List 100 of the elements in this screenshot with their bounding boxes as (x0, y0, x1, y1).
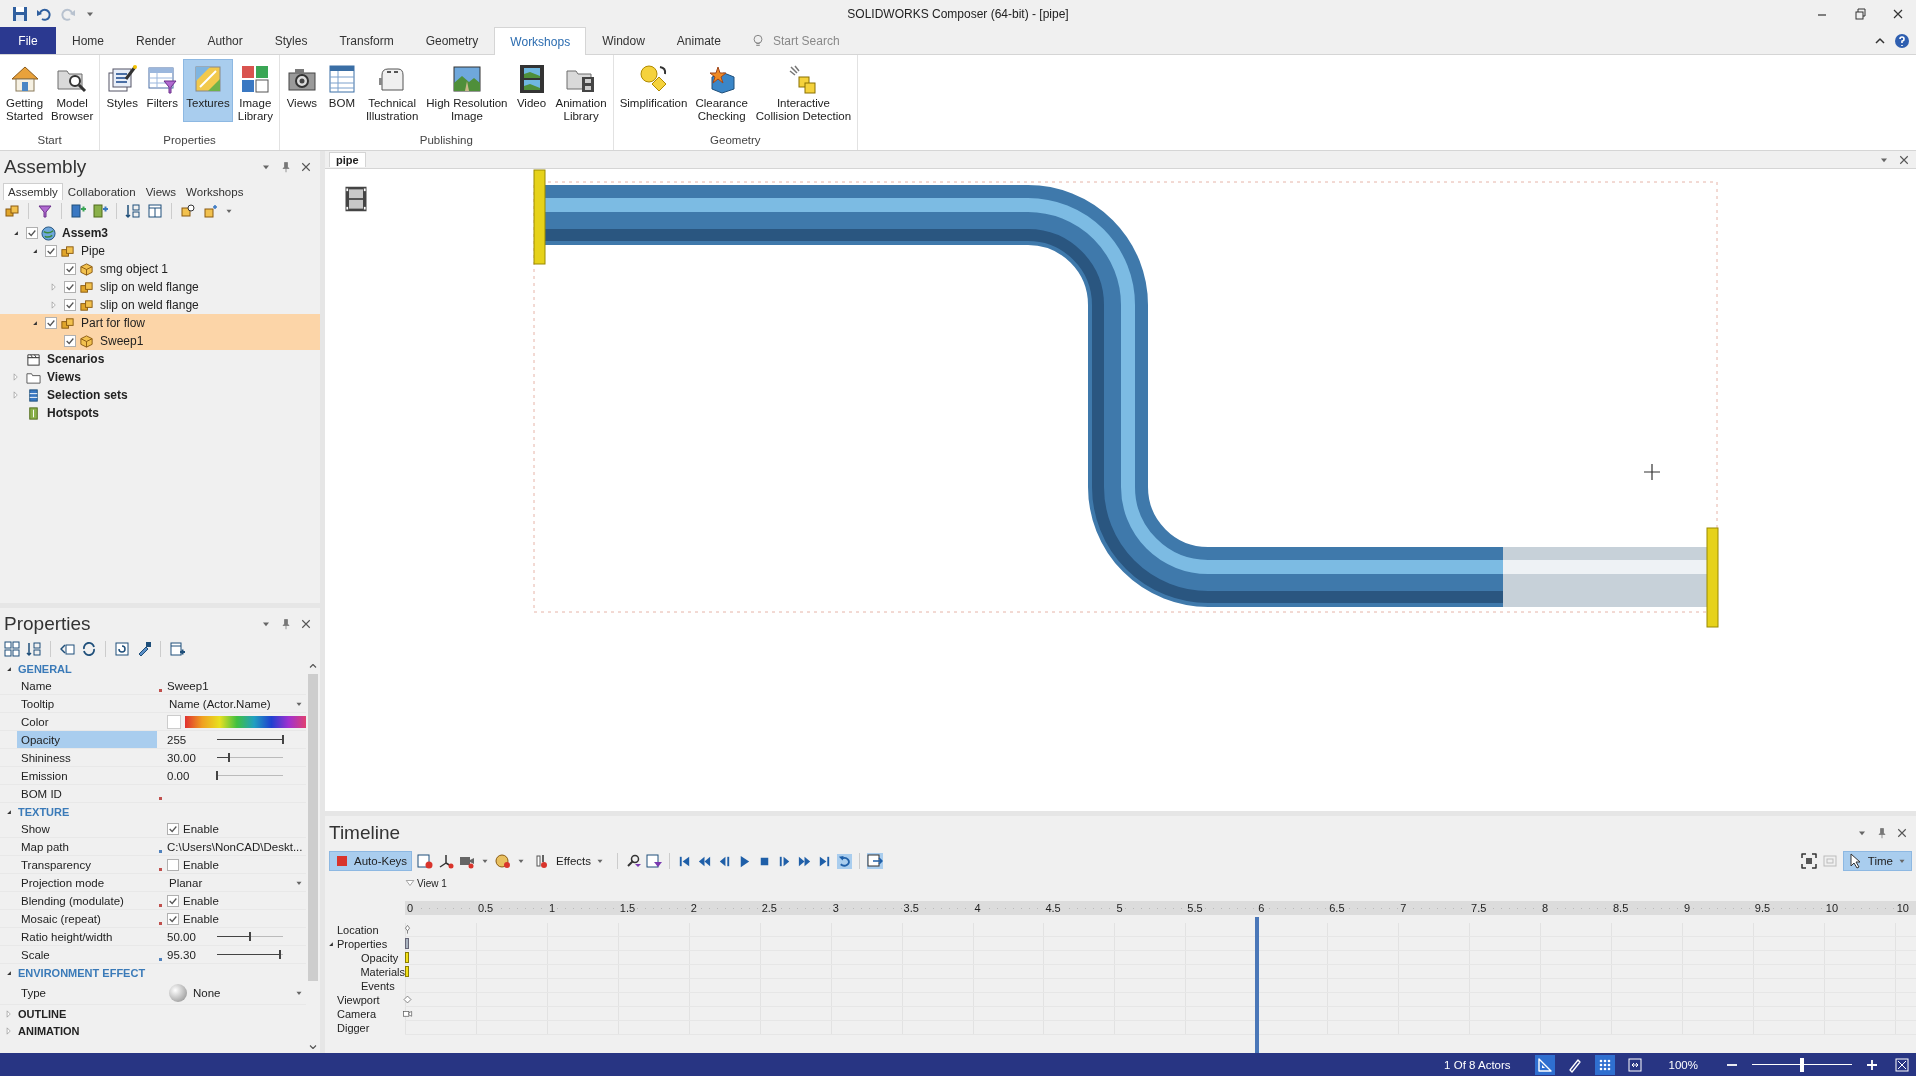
tree-item[interactable]: slip on weld flange (0, 278, 320, 296)
filter-icon[interactable] (37, 203, 53, 219)
property-label[interactable]: Scale (17, 946, 157, 963)
file-menu-button[interactable]: File (0, 27, 56, 54)
slider-thumb[interactable] (227, 753, 230, 762)
ribbon-button[interactable]: BOM (322, 59, 361, 122)
ribbon-button[interactable]: Technical Illustration (362, 59, 422, 122)
checkbox[interactable] (64, 335, 76, 347)
save-icon[interactable] (12, 5, 28, 22)
sort-icon[interactable] (125, 203, 141, 219)
export-icon[interactable] (867, 853, 883, 869)
ribbon-button[interactable]: High Resolution Image (423, 59, 511, 122)
ribbon-button[interactable]: Image Library (234, 59, 276, 122)
key-filter-icon[interactable] (625, 853, 641, 869)
property-label[interactable]: BOM ID (17, 785, 157, 802)
tree-item[interactable]: Selection sets (0, 386, 320, 404)
property-label[interactable]: Show (17, 820, 157, 837)
property-label[interactable]: Shininess (17, 749, 157, 766)
playhead[interactable] (1255, 917, 1260, 1053)
property-label[interactable]: Blending (modulate) (17, 892, 157, 909)
checkbox[interactable] (64, 281, 76, 293)
auto-keys-button[interactable]: Auto-Keys (329, 851, 413, 871)
ribbon-button[interactable]: Animation Library (552, 59, 610, 122)
pin-icon[interactable] (280, 618, 292, 630)
property-label[interactable]: Color (17, 713, 157, 730)
checkbox[interactable] (167, 894, 179, 907)
tree-item[interactable]: Pipe (0, 242, 320, 260)
ribbon-tab[interactable]: Workshops (494, 27, 587, 55)
property-label[interactable]: Map path (17, 838, 157, 855)
panel-tab[interactable]: Collaboration (62, 183, 141, 200)
checkbox[interactable] (45, 317, 57, 329)
property-label[interactable]: Name (17, 677, 157, 694)
ribbon-tab[interactable]: Render (120, 27, 192, 54)
slider-thumb[interactable] (278, 950, 281, 959)
table-filter-icon[interactable] (646, 853, 662, 869)
ribbon-button[interactable]: Model Browser (48, 59, 97, 122)
property-label[interactable]: Opacity (17, 731, 157, 748)
ribbon-button[interactable]: Styles (103, 59, 142, 122)
restore-icon[interactable] (1852, 5, 1868, 22)
ribbon-button[interactable]: Interactive Collision Detection (752, 59, 855, 122)
panel-tab[interactable]: Workshops (181, 183, 249, 200)
close-icon[interactable] (300, 618, 312, 630)
sort-icon[interactable] (26, 641, 42, 657)
close-icon[interactable] (1896, 827, 1908, 839)
panel-tab[interactable]: Views (140, 183, 182, 200)
help-icon[interactable] (1894, 32, 1910, 49)
property-key[interactable] (405, 938, 409, 949)
ribbon-button[interactable]: Filters (143, 59, 182, 122)
ribbon-tab[interactable]: Window (586, 27, 661, 54)
table-add-icon[interactable] (169, 641, 185, 657)
property-label[interactable]: Emission (17, 767, 157, 784)
ribbon-button[interactable]: Views (282, 59, 321, 122)
location-key-icon[interactable] (402, 924, 413, 935)
color-swatch[interactable] (167, 714, 181, 729)
tree-item[interactable]: slip on weld flange (0, 296, 320, 314)
dot-grid-icon[interactable] (1594, 1054, 1615, 1075)
columns-icon[interactable] (147, 203, 163, 219)
panel-tab[interactable]: Assembly (3, 183, 63, 200)
parts-icon[interactable] (4, 203, 20, 219)
refresh-icon[interactable] (81, 641, 97, 657)
document-tab[interactable]: pipe (329, 152, 366, 167)
ribbon-button[interactable]: Textures (183, 59, 233, 122)
effects-button[interactable]: Effects (531, 851, 610, 871)
dropdown-field[interactable]: Name (Actor.Name) (167, 697, 306, 710)
slider-thumb[interactable] (1800, 1057, 1804, 1072)
eyedropper-icon[interactable] (136, 641, 152, 657)
search-field[interactable]: Start Search (770, 32, 885, 49)
ribbon-button[interactable]: Video (512, 59, 551, 122)
dropdown-field[interactable]: Planar (167, 876, 306, 889)
checkbox[interactable] (26, 227, 38, 239)
set-square-icon[interactable] (1534, 1054, 1555, 1075)
cube-search-icon[interactable] (180, 203, 196, 219)
property-label[interactable]: Projection mode (17, 874, 157, 891)
dropdown-field[interactable]: None (167, 983, 306, 1002)
ribbon-tab[interactable]: Animate (660, 27, 737, 54)
grid-view-icon[interactable] (4, 641, 20, 657)
tree-item[interactable]: Sweep1 (0, 332, 320, 350)
checkbox[interactable] (167, 822, 179, 835)
tree-item[interactable]: Hotspots (0, 404, 320, 422)
checkbox[interactable] (64, 299, 76, 311)
tree-item[interactable]: Assem3 (0, 224, 320, 242)
close-icon[interactable] (300, 161, 312, 173)
back-icon[interactable] (59, 641, 75, 657)
tree-item[interactable]: Part for flow (0, 314, 320, 332)
table-key-icon[interactable] (417, 853, 434, 869)
add-set-icon[interactable] (70, 203, 86, 219)
view-marker[interactable]: View 1 (405, 877, 447, 889)
fit-selection-icon[interactable] (1800, 853, 1817, 869)
close-icon[interactable] (1898, 153, 1910, 166)
ribbon-button[interactable]: Clearance Checking (692, 59, 751, 122)
time-ruler[interactable]: 0 0.5 1 1.5 2 2.5 3 3.5 4 4.5 5 5.5 6 6.5 7 7.5 8 8.5 9 9.5 10 10 (405, 901, 1916, 915)
property-key[interactable] (405, 966, 409, 977)
pin-icon[interactable] (280, 161, 292, 173)
checkbox[interactable] (167, 912, 179, 925)
ribbon-tab[interactable]: Geometry (409, 27, 495, 54)
ribbon-tab[interactable]: Transform (323, 27, 410, 54)
property-label[interactable]: Transparency (17, 856, 157, 873)
ribbon-tab[interactable]: Home (56, 27, 120, 54)
tree-item[interactable]: Scenarios (0, 350, 320, 368)
checkbox[interactable] (45, 245, 57, 257)
